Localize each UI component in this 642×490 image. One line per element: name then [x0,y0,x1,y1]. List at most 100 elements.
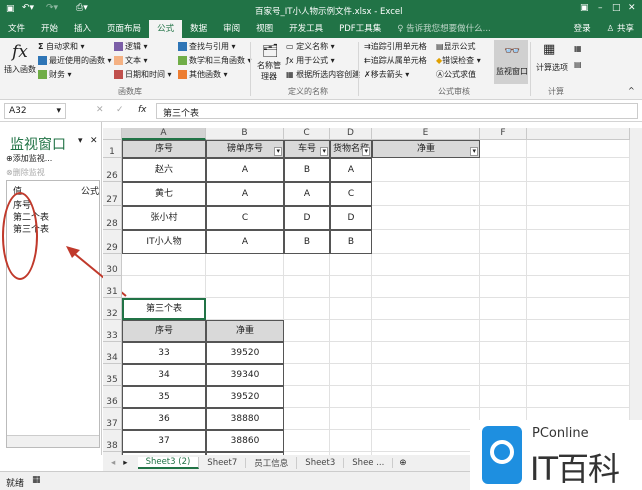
print-preview-icon[interactable]: ⎙▾ [76,3,88,13]
show-formulas-button[interactable]: ▤显示公式 [436,41,476,52]
row-header[interactable]: 33 [103,320,122,342]
tab-home[interactable]: 开始 [33,20,66,38]
cell[interactable] [284,298,330,320]
cell[interactable] [480,364,527,386]
cell[interactable] [527,230,630,254]
cell[interactable] [480,342,527,364]
table-cell[interactable]: 38880 [206,408,284,430]
cell[interactable] [284,408,330,430]
table-header-cell[interactable]: 磅单序号 ▾ [206,140,284,158]
cell[interactable] [527,276,630,298]
cell[interactable] [330,342,372,364]
cancel-icon[interactable]: ✕ [96,105,104,115]
filter-dropdown-icon[interactable]: ▾ [470,147,478,156]
table-cell[interactable]: B [284,158,330,182]
table-header-cell[interactable]: 序号 [122,320,206,342]
vertical-scrollbar[interactable] [630,128,642,455]
column-header[interactable]: F [480,128,527,140]
ribbon-display-icon[interactable]: ▣ [580,3,589,13]
insert-function-button[interactable]: 插入函数 [4,64,36,75]
table-cell[interactable]: C [206,206,284,230]
cell[interactable] [480,320,527,342]
cell[interactable] [330,364,372,386]
cell[interactable] [527,206,630,230]
sheet-tab[interactable]: Shee ... [344,458,394,468]
cell[interactable] [284,254,330,276]
cell[interactable] [372,342,480,364]
tab-page-layout[interactable]: 页面布局 [99,20,149,38]
table-cell[interactable]: B [330,230,372,254]
table-cell[interactable]: A [330,158,372,182]
cell[interactable] [206,254,284,276]
pane-options-icon[interactable]: ▾ [78,136,83,146]
cell[interactable] [527,158,630,182]
more-functions-button[interactable]: 其他函数 ▾ [178,69,228,80]
remove-arrows-button[interactable]: ✗移去箭头 ▾ [364,69,409,80]
table-cell[interactable]: A [206,230,284,254]
cell[interactable] [122,254,206,276]
sheet-tab[interactable]: 员工信息 [246,457,298,469]
table-cell[interactable]: 39520 [206,342,284,364]
pane-close-icon[interactable]: ✕ [90,136,98,146]
undo-icon[interactable]: ↶▾ [22,3,34,13]
table-cell[interactable]: 36 [122,408,206,430]
column-header[interactable]: E [372,128,480,140]
tab-review[interactable]: 审阅 [215,20,248,38]
table-cell[interactable]: IT小人物 [122,230,206,254]
table-cell[interactable]: B [284,230,330,254]
redo-icon[interactable]: ↷▾ [46,3,58,13]
math-button[interactable]: 数学和三角函数 ▾ [178,55,252,66]
table-cell[interactable]: A [206,182,284,206]
tab-data[interactable]: 数据 [182,20,215,38]
cell[interactable] [527,298,630,320]
cell[interactable] [330,254,372,276]
row-header[interactable]: 35 [103,364,122,386]
cell[interactable] [480,140,527,158]
sheet-tab[interactable]: Sheet3 (2) [137,457,200,469]
cell[interactable] [372,158,480,182]
row-header[interactable]: 32 [103,298,122,320]
login-link[interactable]: 登录 [566,20,599,38]
col-formula-header[interactable]: 公式 [81,184,99,197]
cell[interactable] [206,298,284,320]
table-cell[interactable]: 赵六 [122,158,206,182]
cell[interactable] [527,386,630,408]
calc-now-icon[interactable]: ▦ [574,44,582,53]
table-cell[interactable]: 38860 [206,430,284,452]
autosum-button[interactable]: Σ 自动求和 ▾ [38,41,85,52]
cell[interactable] [372,182,480,206]
define-name-button[interactable]: ▭ 定义名称 ▾ [286,41,335,52]
cell[interactable] [527,254,630,276]
name-manager-button[interactable]: 名称管理器 [256,60,282,82]
filter-dropdown-icon[interactable]: ▾ [320,147,328,156]
prev-sheet-icon[interactable]: ◂ [103,458,123,468]
tab-insert[interactable]: 插入 [66,20,99,38]
row-header[interactable]: 37 [103,408,122,430]
table-cell[interactable]: 37 [122,430,206,452]
trace-precedents-button[interactable]: ⇉追踪引用单元格 [364,41,427,52]
row-header[interactable]: 27 [103,182,122,206]
cell[interactable] [480,230,527,254]
tab-file[interactable]: 文件 [0,20,33,38]
table-cell[interactable]: C [330,182,372,206]
macro-record-icon[interactable]: ▦ [32,475,41,485]
row-header[interactable]: 31 [103,276,122,298]
row-header[interactable]: 34 [103,342,122,364]
logical-button[interactable]: 逻辑 ▾ [114,41,148,52]
cell[interactable] [372,386,480,408]
cell[interactable] [527,320,630,342]
table-cell[interactable]: D [284,206,330,230]
text-button[interactable]: 文本 ▾ [114,55,148,66]
delete-watch-button[interactable]: ⊗删除监视 [6,167,45,178]
table-cell[interactable]: 张小村 [122,206,206,230]
save-icon[interactable]: ▣ [6,4,15,14]
cell[interactable] [480,386,527,408]
cell[interactable] [330,298,372,320]
cell[interactable] [372,206,480,230]
recent-functions-button[interactable]: 最近使用的函数 ▾ [38,55,112,66]
table-cell[interactable]: D [330,206,372,230]
add-watch-button[interactable]: ⊕添加监视... [6,153,52,164]
name-box[interactable]: A32 ▾ [4,103,66,119]
minimize-icon[interactable]: – [598,3,603,13]
cell[interactable] [527,364,630,386]
